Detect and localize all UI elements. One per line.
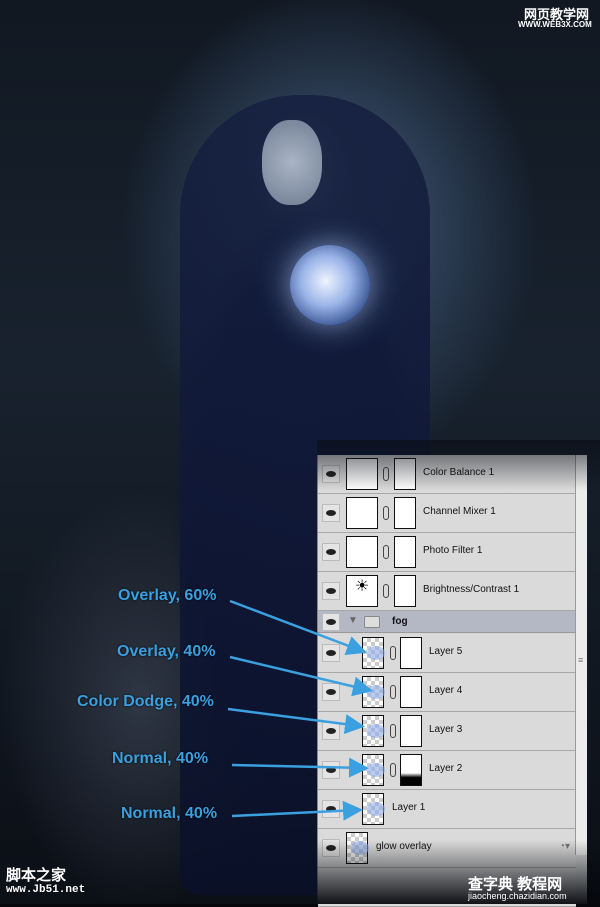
layer-name: Layer 4 <box>429 685 463 696</box>
layer-name: glow overlay <box>376 841 432 852</box>
annotation-label: Overlay, 60% <box>118 587 217 604</box>
layer-name: Photo Filter 1 <box>423 545 483 556</box>
arrow <box>231 757 369 778</box>
annotation-label: Normal, 40% <box>112 750 209 767</box>
layer-name: Color Balance 1 <box>423 467 495 478</box>
watermark: WWW.WEB3X.COM <box>518 20 592 29</box>
layer-name: Brightness/Contrast 1 <box>423 584 520 595</box>
group-name: fog <box>392 616 408 627</box>
watermark: www.Jb51.net <box>6 884 86 896</box>
arrow <box>231 800 363 821</box>
layer-name: Layer 1 <box>392 802 426 813</box>
arrow <box>227 707 365 735</box>
arrow <box>229 599 367 656</box>
layer-name: Layer 5 <box>429 646 463 657</box>
watermark: jiaocheng.chazidian.com <box>468 891 567 901</box>
watermark: 脚本之家 <box>6 867 67 884</box>
annotation-label: Color Dodge, 40% <box>77 693 214 710</box>
layer-name: Layer 2 <box>429 763 463 774</box>
annotation-label: Normal, 40% <box>121 805 218 822</box>
layer-name: Channel Mixer 1 <box>423 506 496 517</box>
annotation-arrows <box>227 599 373 821</box>
arrow <box>229 655 373 697</box>
layer-name: Layer 3 <box>429 724 463 735</box>
annotation-label: Overlay, 40% <box>117 643 216 660</box>
